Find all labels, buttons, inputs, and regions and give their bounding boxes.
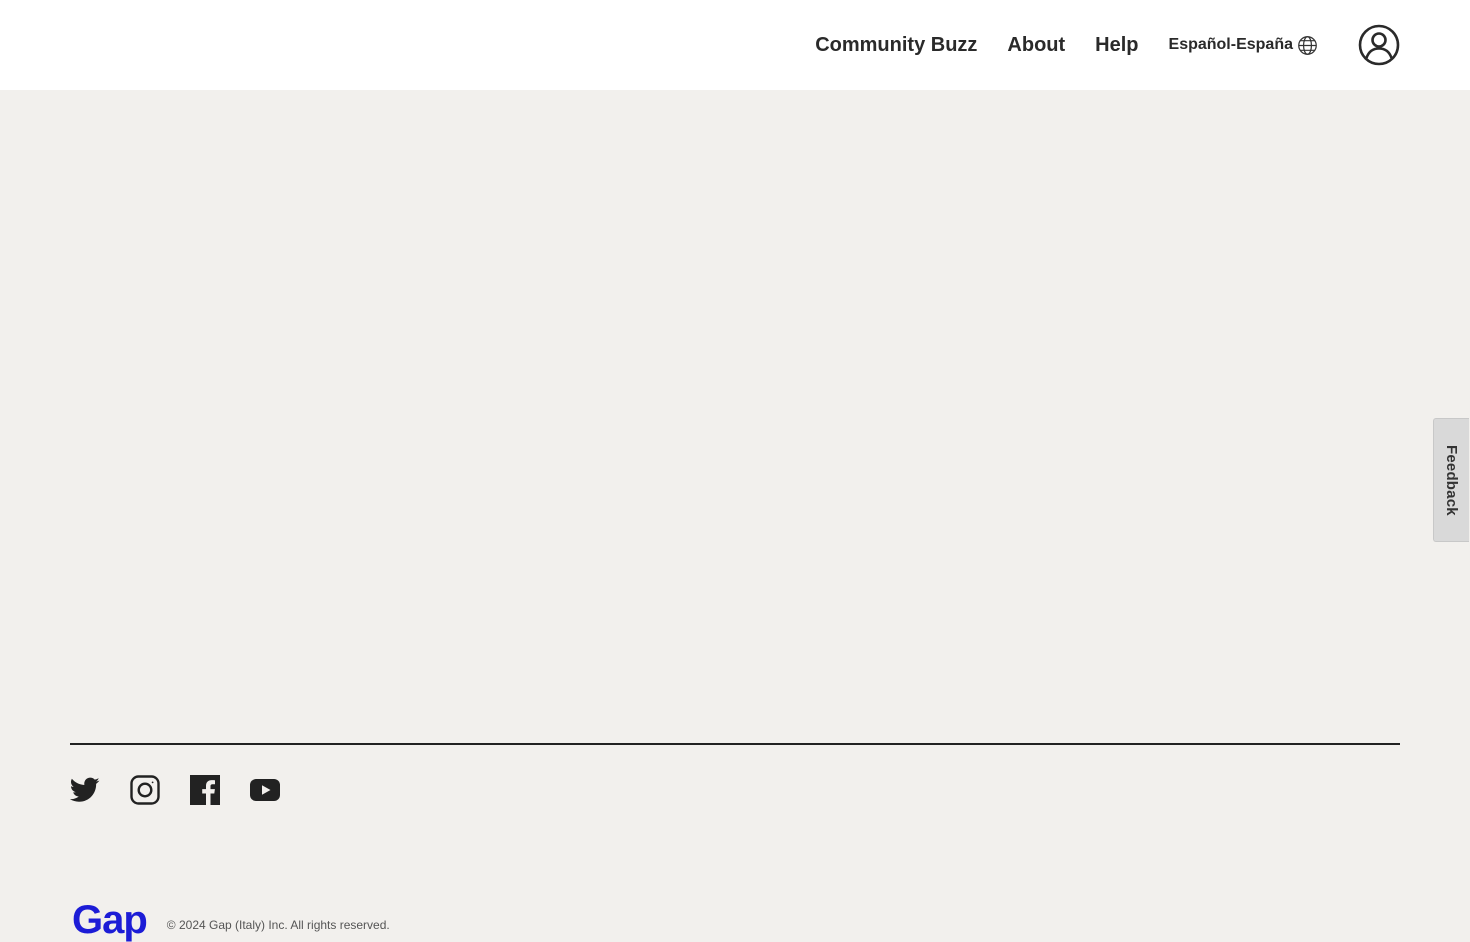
youtube-icon[interactable] <box>250 773 280 807</box>
facebook-icon[interactable] <box>190 773 220 807</box>
globe-icon <box>1297 35 1318 56</box>
twitter-icon[interactable] <box>70 773 100 807</box>
gap-logo[interactable]: Gap <box>72 900 148 940</box>
language-label: Español-España <box>1168 36 1293 53</box>
copyright-text: © 2024 Gap (Italy) Inc. All rights reser… <box>166 918 390 932</box>
language-selector[interactable]: Español-España <box>1169 35 1318 56</box>
feedback-label: Feedback <box>1443 444 1460 516</box>
instagram-icon[interactable] <box>130 773 160 807</box>
footer-divider <box>70 743 1400 745</box>
main-nav: Community Buzz About Help Español-España <box>815 0 1400 90</box>
nav-help[interactable]: Help <box>1095 34 1138 57</box>
feedback-tab[interactable]: Feedback <box>1433 418 1469 542</box>
nav-community-buzz[interactable]: Community Buzz <box>815 34 977 57</box>
footer-brand: Gap © 2024 Gap (Italy) Inc. All rights r… <box>72 900 390 940</box>
account-icon[interactable] <box>1358 24 1400 66</box>
site-header: Community Buzz About Help Español-España <box>0 0 1470 90</box>
social-links <box>70 773 310 807</box>
nav-about[interactable]: About <box>1007 34 1065 57</box>
